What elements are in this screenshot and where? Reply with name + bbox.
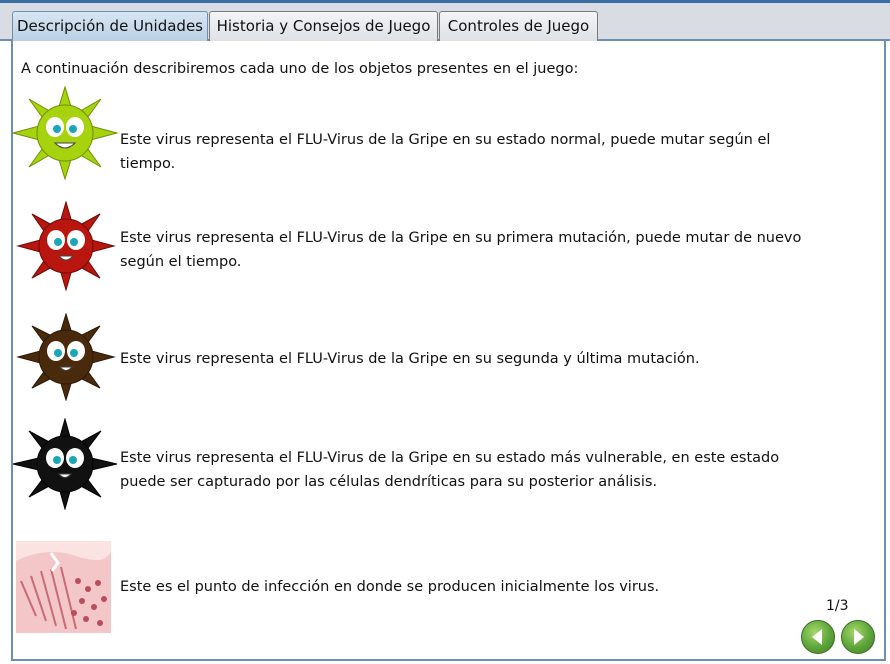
arrow-right-icon	[854, 629, 864, 645]
page-indicator: 1/3	[826, 598, 849, 614]
tab-bar: Descripción de Unidades Historia y Conse…	[0, 3, 890, 42]
tab-descripcion-unidades[interactable]: Descripción de Unidades	[12, 11, 208, 42]
next-page-button[interactable]	[841, 620, 875, 654]
tab-historia-consejos[interactable]: Historia y Consejos de Juego	[209, 11, 438, 42]
unit-description: Este virus representa el FLU-Virus de la…	[120, 450, 780, 490]
green-virus-icon	[12, 86, 118, 180]
arrow-left-icon	[812, 629, 822, 645]
unit-description: Este virus representa el FLU-Virus de la…	[120, 132, 771, 172]
tab-controles-juego[interactable]: Controles de Juego	[439, 11, 598, 42]
previous-page-button[interactable]	[801, 620, 835, 654]
intro-text: A continuación describiremos cada uno de…	[21, 61, 579, 77]
unit-description: Este virus representa el FLU-Virus de la…	[120, 230, 802, 270]
tissue-icon	[16, 541, 111, 633]
brown-virus-icon	[16, 313, 116, 401]
unit-description: Este virus representa el FLU-Virus de la…	[120, 351, 700, 367]
black-virus-icon	[12, 418, 118, 510]
red-virus-icon	[16, 201, 116, 291]
unit-description: Este es el punto de infección en donde s…	[120, 579, 660, 595]
